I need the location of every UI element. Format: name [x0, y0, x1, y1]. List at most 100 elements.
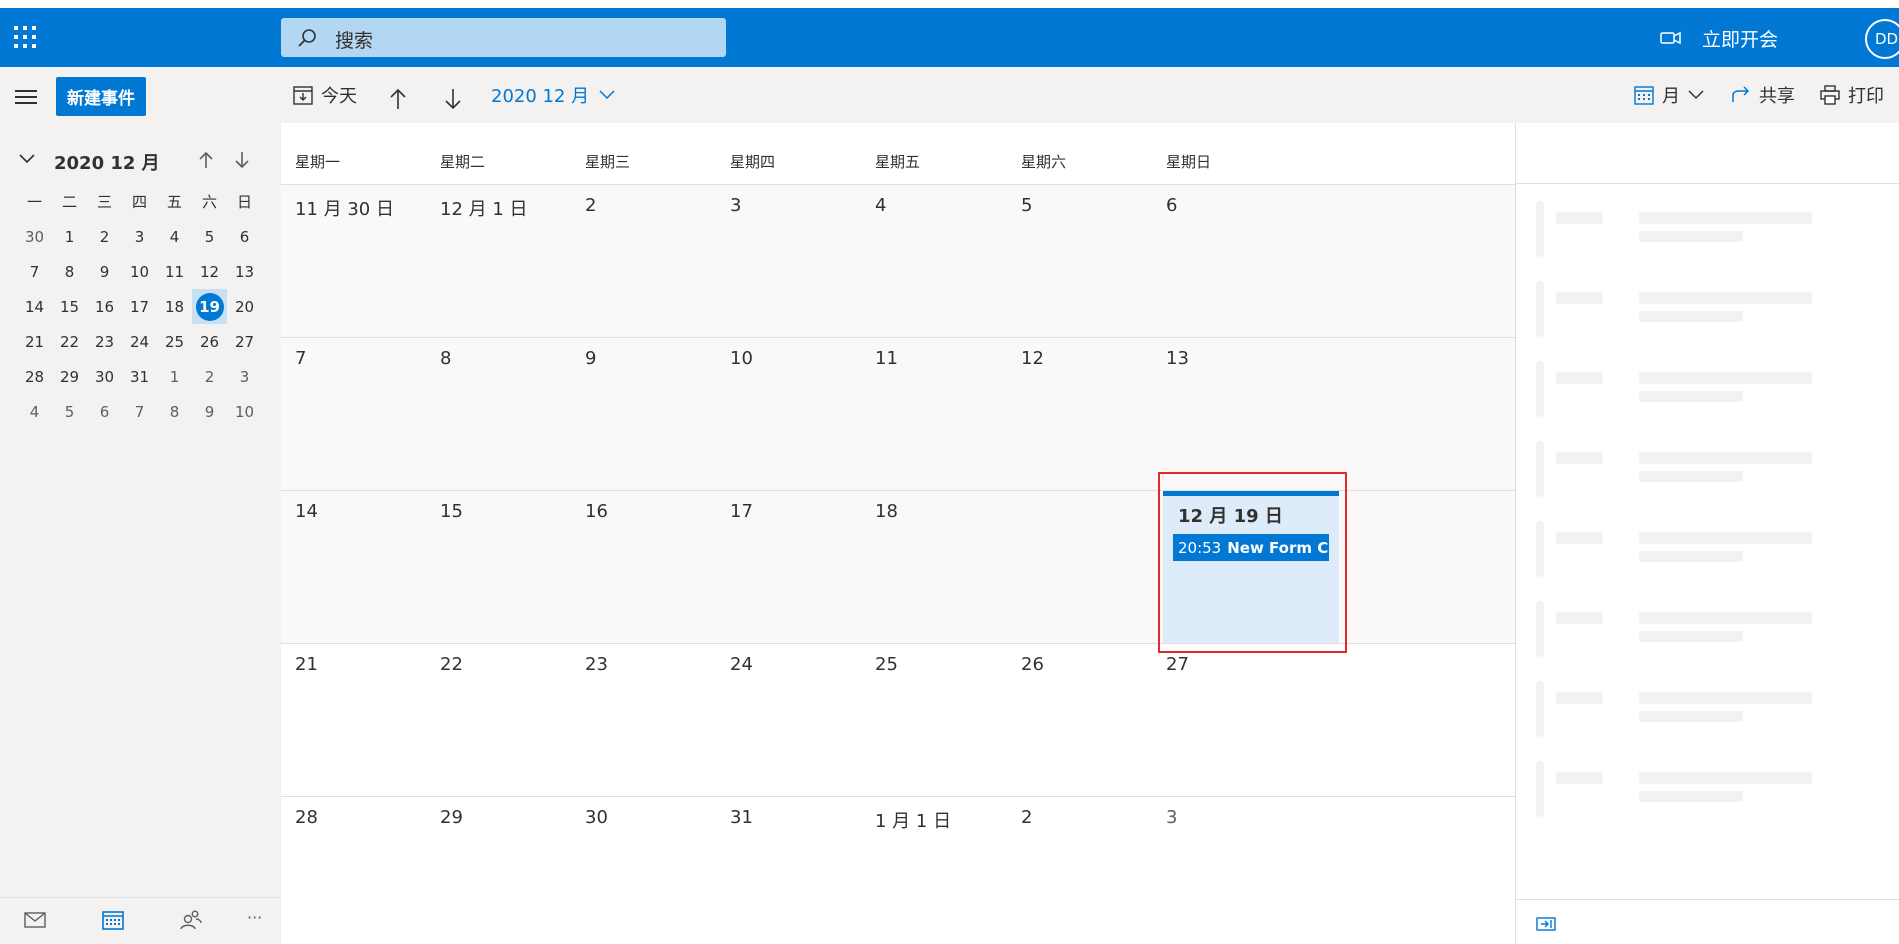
mini-day[interactable]: 23 [87, 324, 122, 359]
calendar-icon[interactable] [102, 910, 124, 930]
skeleton-line [1556, 212, 1603, 224]
month-picker[interactable]: 2020 12 月 [491, 81, 623, 109]
day-number[interactable]: 24 [730, 654, 753, 675]
mini-day[interactable]: 3 [227, 359, 262, 394]
mini-day[interactable]: 6 [87, 394, 122, 429]
search-box[interactable]: 搜索 [281, 18, 726, 57]
arrow-down-icon[interactable] [234, 151, 250, 169]
more-icon[interactable]: ··· [247, 908, 262, 927]
day-number[interactable]: 2 [1021, 807, 1032, 828]
mini-day[interactable]: 30 [17, 219, 52, 254]
today-button[interactable]: 今天 [293, 81, 357, 109]
day-number[interactable]: 9 [585, 348, 596, 369]
mini-day[interactable]: 13 [227, 254, 262, 289]
day-number[interactable]: 22 [440, 654, 463, 675]
day-number[interactable]: 29 [440, 807, 463, 828]
mini-day[interactable]: 2 [192, 359, 227, 394]
mini-day[interactable]: 30 [87, 359, 122, 394]
day-number[interactable]: 4 [875, 195, 886, 216]
day-number[interactable]: 7 [295, 348, 306, 369]
mini-day[interactable]: 10 [227, 394, 262, 429]
day-number[interactable]: 13 [1166, 348, 1189, 369]
day-number[interactable]: 14 [295, 501, 318, 522]
day-number[interactable]: 27 [1166, 654, 1189, 675]
view-switcher[interactable]: 月 [1634, 81, 1712, 109]
mail-icon[interactable] [24, 912, 46, 928]
mini-day[interactable]: 5 [192, 219, 227, 254]
day-number[interactable]: 11 [875, 348, 898, 369]
mini-day[interactable]: 8 [157, 394, 192, 429]
mini-day[interactable]: 24 [122, 324, 157, 359]
day-number[interactable]: 3 [730, 195, 741, 216]
mini-day[interactable]: 4 [157, 219, 192, 254]
mini-day[interactable]: 11 [157, 254, 192, 289]
hamburger-menu-icon[interactable] [15, 89, 37, 105]
mini-day[interactable]: 17 [122, 289, 157, 324]
mini-day[interactable]: 18 [157, 289, 192, 324]
share-button[interactable]: 共享 [1731, 81, 1795, 109]
day-number[interactable]: 26 [1021, 654, 1044, 675]
day-number[interactable]: 28 [295, 807, 318, 828]
mini-day[interactable]: 7 [17, 254, 52, 289]
mini-day[interactable]: 10 [122, 254, 157, 289]
previous-month-icon[interactable] [388, 85, 408, 113]
day-number[interactable]: 12 月 1 日 [440, 195, 528, 221]
day-number[interactable]: 21 [295, 654, 318, 675]
mini-day[interactable]: 1 [157, 359, 192, 394]
day-number[interactable]: 17 [730, 501, 753, 522]
arrow-up-icon[interactable] [198, 151, 214, 169]
mini-day[interactable]: 28 [17, 359, 52, 394]
day-number[interactable]: 11 月 30 日 [295, 195, 394, 221]
mini-day[interactable]: 16 [87, 289, 122, 324]
mini-day[interactable]: 7 [122, 394, 157, 429]
mini-day[interactable]: 25 [157, 324, 192, 359]
mini-day[interactable]: 14 [17, 289, 52, 324]
mini-day[interactable]: 1 [52, 219, 87, 254]
day-number[interactable]: 16 [585, 501, 608, 522]
mini-day[interactable]: 9 [192, 394, 227, 429]
day-number[interactable]: 2 [585, 195, 596, 216]
day-number[interactable]: 6 [1166, 195, 1177, 216]
app-launcher-icon[interactable] [14, 26, 38, 50]
mini-day[interactable]: 20 [227, 289, 262, 324]
mini-day[interactable]: 21 [17, 324, 52, 359]
day-number[interactable]: 10 [730, 348, 753, 369]
mini-day[interactable]: 26 [192, 324, 227, 359]
mini-day[interactable]: 22 [52, 324, 87, 359]
day-number[interactable]: 1 月 1 日 [875, 807, 951, 833]
new-event-button[interactable]: 新建事件 [56, 77, 146, 116]
day-number[interactable]: 5 [1021, 195, 1032, 216]
mini-day[interactable]: 29 [52, 359, 87, 394]
day-number[interactable]: 25 [875, 654, 898, 675]
today-cell[interactable]: 12 月 19 日 20:53 New Form Co [1163, 491, 1339, 643]
next-month-icon[interactable] [443, 85, 463, 113]
mini-day[interactable]: 9 [87, 254, 122, 289]
day-number[interactable]: 18 [875, 501, 898, 522]
mini-day[interactable]: 6 [227, 219, 262, 254]
mini-day[interactable]: 3 [122, 219, 157, 254]
calendar-event[interactable]: 20:53 New Form Co [1173, 534, 1329, 561]
day-number[interactable]: 8 [440, 348, 451, 369]
day-number[interactable]: 23 [585, 654, 608, 675]
meet-now-button[interactable]: 立即开会 [1660, 24, 1778, 52]
print-button[interactable]: 打印 [1820, 81, 1884, 109]
day-number[interactable]: 12 [1021, 348, 1044, 369]
day-number[interactable]: 15 [440, 501, 463, 522]
day-number[interactable]: 30 [585, 807, 608, 828]
mini-day[interactable]: 31 [122, 359, 157, 394]
mini-day[interactable]: 8 [52, 254, 87, 289]
mini-day[interactable]: 27 [227, 324, 262, 359]
mini-day[interactable]: 5 [52, 394, 87, 429]
mini-day[interactable]: 4 [17, 394, 52, 429]
mini-day-selected[interactable]: 19 [192, 289, 227, 324]
day-number[interactable]: 3 [1166, 807, 1177, 828]
mini-day[interactable]: 2 [87, 219, 122, 254]
collapse-pane-icon[interactable] [1536, 916, 1556, 932]
mini-day[interactable]: 12 [192, 254, 227, 289]
people-icon[interactable] [180, 910, 202, 930]
day-number[interactable]: 31 [730, 807, 753, 828]
chevron-down-icon[interactable] [18, 153, 36, 165]
mini-calendar-title[interactable]: 2020 12 月 [54, 149, 160, 175]
avatar[interactable]: DD [1865, 19, 1899, 59]
mini-day[interactable]: 15 [52, 289, 87, 324]
